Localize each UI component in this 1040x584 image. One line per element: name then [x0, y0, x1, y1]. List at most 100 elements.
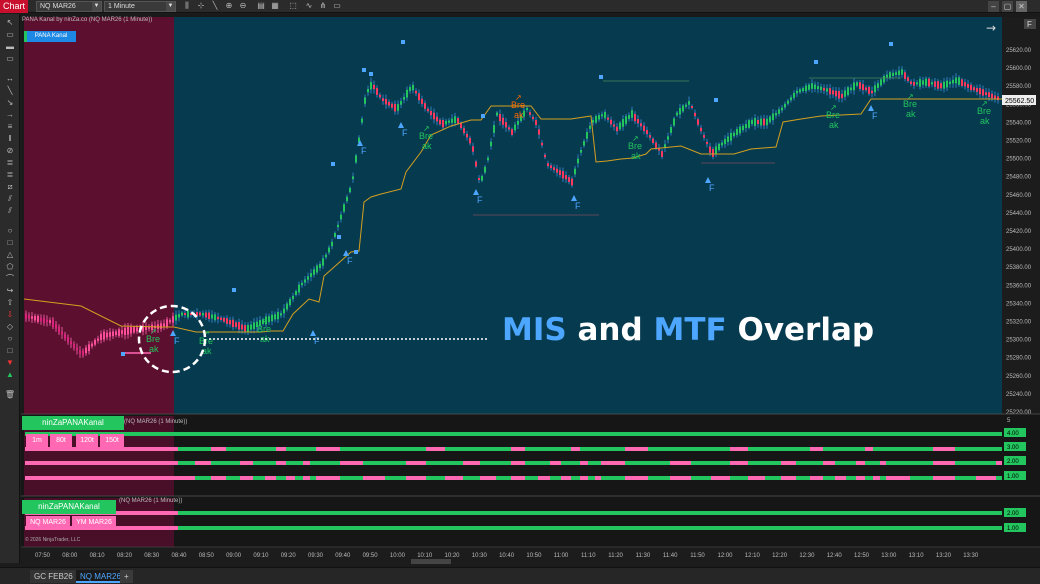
channel-icon[interactable]: ⫽: [4, 206, 16, 215]
gann-fan-icon[interactable]: ⊘: [4, 146, 16, 155]
data-box-icon[interactable]: ▤: [256, 1, 266, 11]
trend-segment: [463, 447, 480, 451]
triangle-up-icon[interactable]: ▲: [4, 370, 16, 379]
candle-body: [25, 313, 27, 319]
arrow-up-icon[interactable]: ⇧: [4, 298, 16, 307]
ray-icon[interactable]: ╲: [4, 86, 16, 95]
fib-extension-icon[interactable]: ≣: [4, 170, 16, 179]
candle-body: [760, 118, 762, 126]
triangle-down-icon[interactable]: ▼: [4, 358, 16, 367]
scroll-right-icon[interactable]: →: [986, 21, 996, 35]
circle-icon[interactable]: ○: [4, 226, 16, 235]
square-icon[interactable]: □: [4, 346, 16, 355]
tab-nq-mar26[interactable]: NQ MAR26: [76, 570, 125, 583]
vertical-line-icon[interactable]: ‖: [4, 134, 16, 143]
regression-icon[interactable]: ⧄: [4, 182, 16, 191]
properties-icon[interactable]: ▦: [270, 1, 280, 11]
trend-segment: [463, 432, 480, 436]
close-icon[interactable]: ✕: [1016, 1, 1027, 12]
candle-body: [301, 282, 303, 286]
maximize-icon[interactable]: ▢: [1002, 1, 1013, 12]
timeframe-selector[interactable]: 1 Minute ▼: [104, 1, 176, 12]
candle-body: [607, 117, 609, 120]
text-icon[interactable]: ▬: [4, 42, 16, 51]
instrument-nq[interactable]: NQ MAR26: [26, 516, 70, 529]
diamond-icon[interactable]: ◇: [4, 322, 16, 331]
ruler-icon[interactable]: ▭: [4, 30, 16, 39]
trash-icon[interactable]: 🗑: [4, 390, 16, 399]
tf-120t[interactable]: 120t: [76, 434, 98, 447]
rectangle-icon[interactable]: □: [4, 238, 16, 247]
polygon-icon[interactable]: ⬠: [4, 262, 16, 271]
panel2-header[interactable]: ninZaPANAKanal: [22, 500, 116, 514]
trend-segment: [561, 447, 571, 451]
trend-segment: [976, 476, 996, 480]
tf-80t[interactable]: 80t: [50, 434, 72, 447]
price-chart[interactable]: 25620.0025600.0025580.0025560.0025540.00…: [21, 14, 1040, 566]
path-icon[interactable]: ↪: [4, 286, 16, 295]
cursor-icon[interactable]: ↖: [4, 18, 16, 27]
arc-icon[interactable]: ⌒: [4, 274, 16, 283]
tf-1m[interactable]: 1m: [26, 434, 48, 447]
candle-body: [892, 72, 894, 77]
workspace-icon[interactable]: ▭: [332, 1, 342, 11]
trend-segment: [211, 526, 226, 530]
trend-segment: [571, 511, 580, 515]
trend-segment: [100, 476, 121, 480]
arrow-line-icon[interactable]: →: [4, 110, 16, 119]
candle-body: [772, 113, 774, 121]
zoom-out-icon[interactable]: ⊖: [238, 1, 248, 11]
trend-segment: [880, 447, 886, 451]
candle-body: [814, 84, 816, 90]
dot-icon[interactable]: ○: [4, 334, 16, 343]
indicators-icon[interactable]: ∿: [304, 1, 314, 11]
pana-kanal-legend[interactable]: PANA Kanal: [26, 31, 76, 42]
candle-body: [937, 81, 939, 89]
break-arrow-icon: ↗: [907, 92, 914, 101]
trend-segment: [996, 447, 1002, 451]
trend-segment: [253, 476, 265, 480]
candle-body: [946, 80, 948, 88]
zoom-in-icon[interactable]: ⊕: [224, 1, 234, 11]
trend-segment: [730, 432, 748, 436]
fibonacci-icon[interactable]: ≣: [4, 158, 16, 167]
trend-segment: [601, 476, 625, 480]
strategies-icon[interactable]: ⬚: [288, 1, 298, 11]
candle-body: [172, 316, 174, 323]
bar-type-icon[interactable]: ⫼: [182, 1, 192, 11]
chart-tab-label[interactable]: Chart: [0, 0, 28, 13]
instrument-selector[interactable]: NQ MAR26 ▼: [36, 1, 102, 12]
line-icon[interactable]: ↔: [4, 74, 16, 83]
candle-body: [31, 316, 33, 319]
time-label: 11:00: [554, 553, 569, 559]
trend-segment: [670, 461, 691, 465]
templates-icon[interactable]: ⋔: [318, 1, 328, 11]
candle-body: [244, 325, 246, 332]
trend-segment: [910, 511, 933, 515]
trend-segment: [538, 476, 550, 480]
instrument-ym[interactable]: YM MAR26: [72, 516, 116, 529]
trend-segment: [865, 511, 873, 515]
triangle-icon[interactable]: △: [4, 250, 16, 259]
annotation-icon[interactable]: ▭: [4, 54, 16, 63]
arrow-down-icon[interactable]: ⇩: [4, 310, 16, 319]
panel1-header[interactable]: ninZaPANAKanal: [22, 416, 124, 430]
add-tab-button[interactable]: +: [120, 570, 133, 583]
draw-line-icon[interactable]: ╲: [210, 1, 220, 11]
tf-150t[interactable]: 150t: [100, 434, 124, 447]
candle-body: [877, 83, 879, 89]
horizontal-line-icon[interactable]: ≡: [4, 122, 16, 131]
crosshair-icon[interactable]: ⊹: [196, 1, 206, 11]
trend-segment: [538, 432, 550, 436]
trend-segment: [100, 447, 121, 451]
extended-line-icon[interactable]: ↘: [4, 98, 16, 107]
signal-square: [354, 250, 358, 254]
minimize-icon[interactable]: –: [988, 1, 999, 12]
andrews-pitchfork-icon[interactable]: ⫽: [4, 194, 16, 203]
tab-gc-feb26[interactable]: GC FEB26: [30, 570, 77, 583]
candle-body: [508, 127, 510, 130]
trend-segment: [316, 432, 340, 436]
candle-body: [94, 339, 96, 345]
candle-body: [70, 341, 72, 345]
horizontal-scrollbar[interactable]: [411, 559, 451, 564]
